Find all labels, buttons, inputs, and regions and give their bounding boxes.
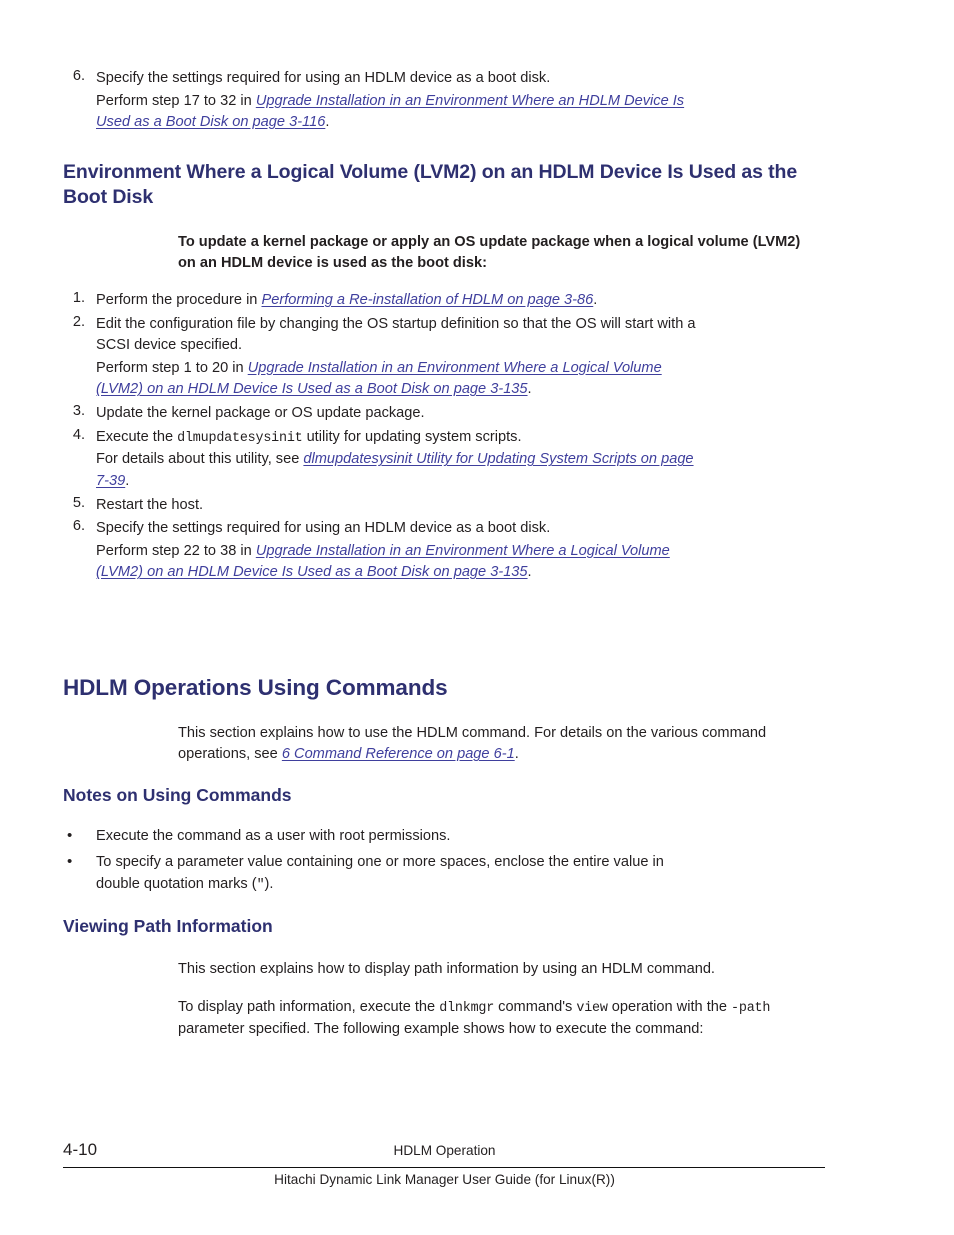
step-followup: Perform step 17 to 32 in Upgrade Install… <box>96 92 685 131</box>
section-operations: HDLM Operations Using Commands This sect… <box>63 674 828 766</box>
footer-divider <box>63 1167 825 1168</box>
step-text: Perform the procedure in Performing a Re… <box>96 292 598 308</box>
section-heading-lvm2: Environment Where a Logical Volume (LVM2… <box>63 161 798 209</box>
list-item: • To specify a parameter value containin… <box>63 852 711 895</box>
top-continuation-step: 6. Specify the settings required for usi… <box>63 68 828 136</box>
guide-title: Hitachi Dynamic Link Manager User Guide … <box>274 1172 615 1187</box>
bullet-text: Execute the command as a user with root … <box>96 827 451 844</box>
bullet-icon: • <box>67 826 73 844</box>
inline-code: dlmupdatesysinit <box>177 430 303 446</box>
notes-bullet-list: • Execute the command as a user with roo… <box>63 826 711 896</box>
list-item: • Execute the command as a user with roo… <box>63 826 711 848</box>
bullet-text: To specify a parameter value containing … <box>96 854 664 893</box>
list-number: 4. <box>72 426 85 443</box>
step-text: Specify the settings required for using … <box>96 520 551 537</box>
procedure-list: 1. Perform the procedure in Performing a… <box>63 290 708 584</box>
list-number: 3. <box>72 402 85 419</box>
section-heading-viewing: Viewing Path Information <box>63 916 273 936</box>
list-item: 6. Specify the settings required for usi… <box>63 68 708 134</box>
list-number: 5. <box>72 494 85 511</box>
step-text: Edit the configuration file by changing … <box>96 315 696 354</box>
page-footer: 4-10 HDLM Operation Hitachi Dynamic Link… <box>63 1140 826 1187</box>
cross-reference-link[interactable]: Performing a Re-installation of HDLM on … <box>261 292 593 308</box>
cross-reference-link[interactable]: 6 Command Reference on page 6-1 <box>282 746 515 762</box>
step-followup: Perform step 22 to 38 in Upgrade Install… <box>96 542 670 581</box>
list-item: 3. Update the kernel package or OS updat… <box>63 403 708 425</box>
document-page: 6. Specify the settings required for usi… <box>0 0 954 1235</box>
list-item: 6. Specify the settings required for usi… <box>63 518 708 584</box>
list-number: 2. <box>72 313 85 330</box>
footer-top-row: 4-10 HDLM Operation <box>63 1140 826 1165</box>
list-item: 1. Perform the procedure in Performing a… <box>63 290 708 312</box>
list-number: 6. <box>72 68 85 84</box>
list-number: 1. <box>72 290 85 306</box>
operations-intro-paragraph: This section explains how to use the HDL… <box>178 724 767 763</box>
section-viewing: Viewing Path Information This section ex… <box>63 915 828 1041</box>
step-text: Update the kernel package or OS update p… <box>96 404 425 421</box>
section-heading-operations: HDLM Operations Using Commands <box>63 675 448 700</box>
section-lvm2: Environment Where a Logical Volume (LVM2… <box>63 160 828 586</box>
step-text: Restart the host. <box>96 496 204 513</box>
lead-paragraph: To update a kernel package or apply an O… <box>178 233 801 271</box>
viewing-paragraph-1: This section explains how to display pat… <box>178 960 715 977</box>
inline-code: view <box>576 1001 608 1017</box>
viewing-paragraph-2: To display path information, execute the… <box>178 999 771 1038</box>
step-followup: For details about this utility, see dlmu… <box>96 451 694 489</box>
inline-code: -path <box>731 1001 771 1017</box>
step-text: Execute the dlmupdatesysinit utility for… <box>96 428 522 446</box>
inline-code: dlnkmgr <box>439 1001 495 1017</box>
section-heading-notes: Notes on Using Commands <box>63 785 292 805</box>
running-head: HDLM Operation <box>393 1143 496 1158</box>
step-text: Specify the settings required for using … <box>96 70 551 86</box>
list-item: 2. Edit the configuration file by changi… <box>63 314 708 401</box>
step-followup: Perform step 1 to 20 in Upgrade Installa… <box>96 359 662 398</box>
section-notes: Notes on Using Commands • Execute the co… <box>63 784 828 901</box>
list-item: 4. Execute the dlmupdatesysinit utility … <box>63 427 708 493</box>
list-number: 6. <box>72 518 85 535</box>
continuation-list: 6. Specify the settings required for usi… <box>63 68 708 134</box>
list-item: 5. Restart the host. <box>63 495 708 517</box>
bullet-icon: • <box>67 853 73 871</box>
